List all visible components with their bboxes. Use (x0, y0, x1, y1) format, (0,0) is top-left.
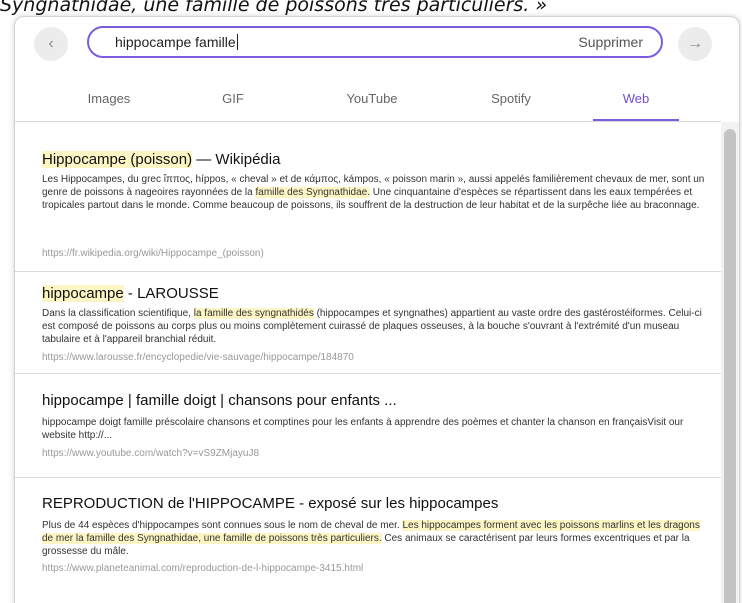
text-caret (236, 34, 238, 50)
result-item[interactable]: hippocampe | famille doigt | chansons po… (15, 374, 721, 478)
title-highlight: hippocampe (42, 285, 124, 302)
title-rest: — Wikipédia (192, 151, 281, 168)
active-tab-indicator (593, 119, 679, 121)
result-title[interactable]: REPRODUCTION de l'HIPPOCAMPE - exposé su… (42, 494, 498, 514)
result-type-tabs: Images GIF YouTube Spotify Web (15, 77, 721, 122)
result-url[interactable]: https://www.planeteanimal.com/reproducti… (42, 562, 363, 575)
result-item[interactable]: hippocampe - LAROUSSE Dans la classifica… (15, 272, 721, 374)
results-list: Hippocampe (poisson) — Wikipédia Les Hip… (15, 122, 721, 603)
result-description: Les Hippocampes, du grec ἵππος, híppos, … (42, 173, 708, 212)
desc-text: Plus de 44 espèces d'hippocampes sont co… (42, 520, 403, 531)
title-highlight: Hippocampe (poisson) (42, 151, 193, 168)
tab-web[interactable]: Web (586, 77, 686, 121)
chevron-left-icon: ‹ (48, 35, 54, 52)
forward-button[interactable]: → (678, 27, 712, 61)
clear-button[interactable]: Supprimer (578, 28, 643, 56)
search-box[interactable]: hippocampe famille Supprimer (87, 26, 663, 58)
result-description: Plus de 44 espèces d'hippocampes sont co… (42, 519, 708, 558)
tab-images[interactable]: Images (59, 77, 159, 121)
back-button[interactable]: ‹ (34, 27, 68, 61)
search-panel: ‹ hippocampe famille Supprimer → Images … (14, 16, 740, 603)
desc-highlight: famille des Syngnathidae. (255, 187, 371, 198)
screenshot: Syngnathidae, une famille de poissons tr… (0, 0, 742, 603)
result-url[interactable]: https://www.youtube.com/watch?v=vS9ZMjay… (42, 447, 259, 460)
tab-gif[interactable]: GIF (183, 77, 283, 121)
background-caption: Syngnathidae, une famille de poissons tr… (0, 0, 548, 16)
scrollbar-thumb[interactable] (724, 129, 736, 603)
desc-highlight: la famille des syngnathidés (193, 308, 314, 319)
title-rest: - LAROUSSE (123, 285, 219, 302)
result-url[interactable]: https://www.larousse.fr/encyclopedie/vie… (42, 351, 354, 364)
search-toolbar: ‹ hippocampe famille Supprimer → (15, 17, 739, 71)
search-input[interactable]: hippocampe famille (115, 28, 535, 56)
arrow-right-icon: → (687, 35, 703, 52)
result-title[interactable]: Hippocampe (poisson) — Wikipédia (42, 150, 280, 170)
result-item[interactable]: REPRODUCTION de l'HIPPOCAMPE - exposé su… (15, 478, 721, 603)
result-item[interactable]: Hippocampe (poisson) — Wikipédia Les Hip… (15, 122, 721, 272)
desc-text: Dans la classification scientifique, (42, 308, 194, 319)
result-description: Dans la classification scientifique, la … (42, 307, 708, 346)
result-description: hippocampe doigt famille préscolaire cha… (42, 417, 684, 441)
result-title[interactable]: hippocampe - LAROUSSE (42, 284, 219, 304)
result-title[interactable]: hippocampe | famille doigt | chansons po… (42, 391, 397, 411)
result-url[interactable]: https://fr.wikipedia.org/wiki/Hippocampe… (42, 247, 264, 260)
tab-spotify[interactable]: Spotify (461, 77, 561, 121)
search-query: hippocampe famille (115, 34, 236, 50)
tab-youtube[interactable]: YouTube (322, 77, 422, 121)
